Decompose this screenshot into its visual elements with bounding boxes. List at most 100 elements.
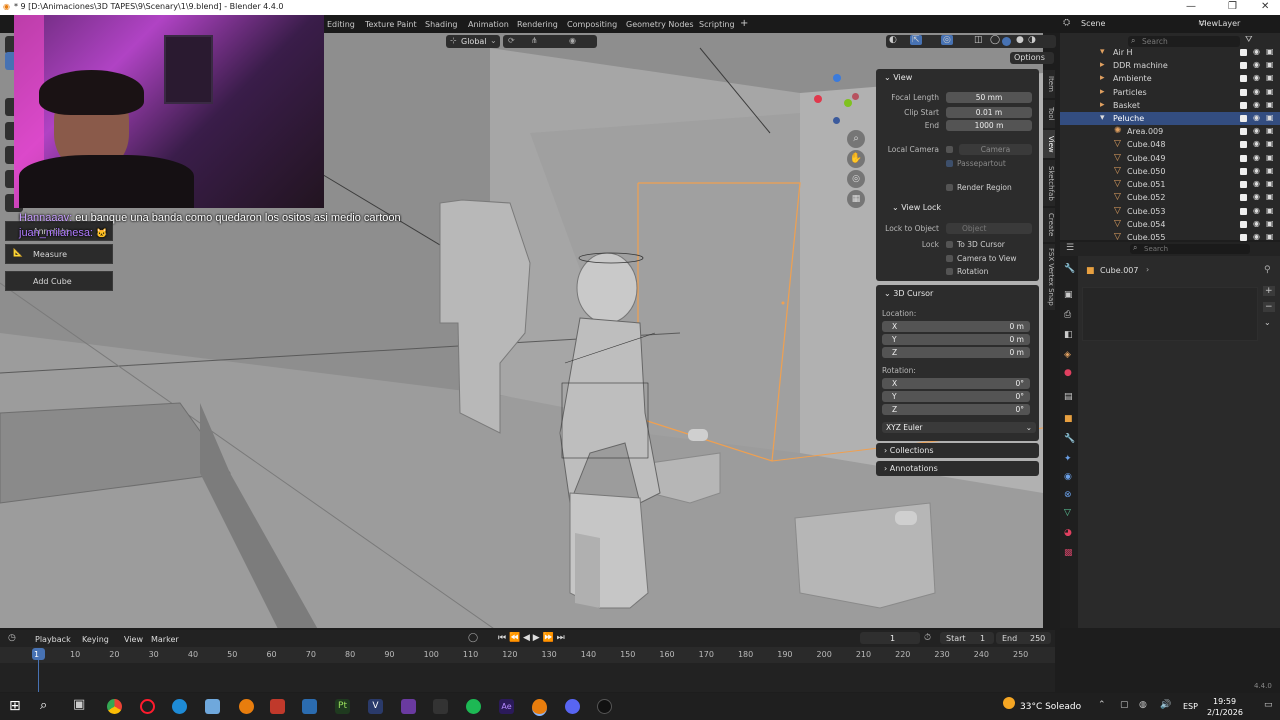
annotations-section[interactable]: › Annotations — [876, 461, 1039, 476]
eye-icon[interactable]: ◉ — [1253, 232, 1260, 241]
modifier-tab-icon[interactable]: 🔧 — [1064, 434, 1075, 444]
tab-geometry-nodes[interactable]: Geometry Nodes — [626, 20, 693, 29]
eye-icon[interactable]: ◉ — [1253, 153, 1260, 162]
view-layer-tab-icon[interactable]: ◧ — [1064, 330, 1073, 340]
tray-app2-icon[interactable]: ◍ — [1139, 700, 1147, 710]
pin-icon[interactable]: ⚲ — [1264, 265, 1271, 275]
measure-tool[interactable]: 📐 Measure — [5, 244, 113, 264]
exclude-checkbox[interactable] — [1240, 234, 1247, 241]
rotation-mode-dropdown[interactable]: XYZ Euler ⌄ — [882, 422, 1036, 433]
render-camera-icon[interactable]: ▣ — [1266, 47, 1274, 56]
gizmo-y-axis[interactable] — [844, 99, 852, 107]
filter-icon[interactable]: ⛛ — [1245, 35, 1253, 45]
language-indicator[interactable]: ESP — [1183, 702, 1198, 711]
exclude-checkbox[interactable] — [1240, 155, 1247, 162]
exclude-checkbox[interactable] — [1240, 168, 1247, 175]
tool-tab-icon[interactable]: 🔧 — [1064, 264, 1075, 274]
tab-editing[interactable]: Editing — [327, 20, 355, 29]
render-camera-icon[interactable]: ▣ — [1266, 113, 1274, 122]
windows-start-icon[interactable]: ⊞ — [9, 698, 21, 714]
tab-create[interactable]: Create — [1043, 208, 1055, 242]
render-tab-icon[interactable]: ▣ — [1064, 290, 1073, 300]
render-camera-icon[interactable]: ▣ — [1266, 153, 1274, 162]
shading-toolbar[interactable]: ◐ ⇱ ◎ ◫ ◯ ● ◑ — [886, 35, 1056, 48]
marker-menu[interactable]: Marker — [151, 635, 179, 644]
outliner-item[interactable]: ▽ Cube.048 ◉ ▣ — [1060, 138, 1280, 151]
add-icon[interactable]: + — [1263, 286, 1275, 296]
texture-tab-icon[interactable]: ▩ — [1064, 548, 1073, 558]
render-camera-icon[interactable]: ▣ — [1266, 232, 1274, 241]
after-effects-icon[interactable]: Ae — [499, 699, 514, 714]
constraints-tab-icon[interactable]: ⊗ — [1064, 490, 1072, 500]
eye-icon[interactable]: ◉ — [1253, 113, 1260, 122]
add-cube-tool[interactable]: Add Cube — [5, 271, 113, 291]
task-view-icon[interactable]: ▣ — [73, 697, 85, 712]
eye-icon[interactable]: ◉ — [1253, 139, 1260, 148]
camera-view-icon[interactable]: ◎ — [847, 170, 865, 188]
view-lock-header[interactable]: ⌄ View Lock — [892, 203, 941, 212]
tab-rendering[interactable]: Rendering — [517, 20, 558, 29]
chrome-icon[interactable] — [107, 699, 122, 714]
physics-tab-icon[interactable]: ◉ — [1064, 472, 1072, 482]
data-tab-icon[interactable]: ▽ — [1064, 508, 1071, 518]
scene-tab-icon[interactable]: ◈ — [1064, 350, 1071, 360]
view-layer-name[interactable]: ViewLayer — [1199, 19, 1240, 28]
outliner-item[interactable]: ▽ Cube.054 ◉ ▣ — [1060, 218, 1280, 231]
keying-menu[interactable]: Keying — [82, 635, 109, 644]
vegas-icon[interactable]: V — [368, 699, 383, 714]
playback-controls[interactable]: ⏮ ⏪ ◀ ▶ ⏩ ⏭ — [498, 633, 565, 643]
exclude-checkbox[interactable] — [1240, 181, 1247, 188]
eye-icon[interactable]: ◉ — [1253, 219, 1260, 228]
properties-editor-icon[interactable]: ☰ — [1066, 243, 1074, 253]
app3-icon[interactable] — [433, 699, 448, 714]
outliner-item[interactable]: ✺ Area.009 ◉ ▣ — [1060, 125, 1280, 138]
tab-view[interactable]: View — [1043, 130, 1055, 158]
gizmo-z-axis[interactable] — [833, 74, 841, 82]
outliner-item[interactable]: ▸ Particles ◉ ▣ — [1060, 86, 1280, 99]
eye-icon[interactable]: ◉ — [1253, 100, 1260, 109]
location-y-field[interactable]: Y0 m — [882, 334, 1030, 345]
clip-start-field[interactable]: 0.01 m — [946, 107, 1032, 118]
spotify-icon[interactable] — [466, 699, 481, 714]
end-frame-field[interactable]: End 250 — [996, 632, 1051, 644]
annotations-header[interactable]: › Annotations — [884, 464, 938, 473]
collections-header[interactable]: › Collections — [884, 446, 934, 455]
view-menu[interactable]: View — [124, 635, 143, 644]
edge-icon[interactable] — [172, 699, 187, 714]
timeline-editor-icon[interactable]: ◷ — [8, 633, 16, 643]
rotation-y-field[interactable]: Y 0° — [882, 391, 1030, 402]
eye-icon[interactable]: ◉ — [1253, 73, 1260, 82]
xray-icon[interactable]: ◫ — [974, 35, 983, 45]
render-camera-icon[interactable]: ▣ — [1266, 126, 1274, 135]
tab-item[interactable]: Item — [1043, 70, 1055, 98]
material-tab-icon[interactable]: ◕ — [1064, 528, 1072, 538]
render-camera-icon[interactable]: ▣ — [1266, 139, 1274, 148]
render-camera-icon[interactable]: ▣ — [1266, 73, 1274, 82]
local-camera-checkbox[interactable] — [946, 146, 953, 153]
render-camera-icon[interactable]: ▣ — [1266, 206, 1274, 215]
search-icon[interactable]: ⌕ — [40, 698, 47, 713]
photos-icon[interactable] — [302, 699, 317, 714]
zoom-icon[interactable]: ⌕ — [847, 130, 865, 148]
tab-fsx-vertex-snap[interactable]: FSX Vertex Snap — [1043, 244, 1055, 310]
focal-length-field[interactable]: 50 mm — [946, 92, 1032, 103]
pan-hand-icon[interactable]: ✋ — [847, 150, 865, 168]
properties-search-input[interactable]: ⌕ Search — [1130, 243, 1250, 254]
tab-scripting[interactable]: Scripting — [699, 20, 735, 29]
collection-tab-icon[interactable]: ▤ — [1064, 392, 1073, 402]
stopwatch-icon[interactable]: ⏱ — [924, 633, 931, 643]
3d-cursor-header[interactable]: ⌄ 3D Cursor — [884, 289, 933, 298]
playback-menu[interactable]: Playback — [35, 635, 71, 644]
pivot-icon[interactable]: ⟳ — [508, 36, 515, 45]
world-tab-icon[interactable]: ● — [1064, 368, 1072, 378]
gizmo-toggle-icon[interactable]: ⇱ — [910, 35, 922, 45]
exclude-checkbox[interactable] — [1240, 194, 1247, 201]
eye-icon[interactable]: ◉ — [1253, 206, 1260, 215]
tray-chevron-icon[interactable]: ⌃ — [1098, 700, 1106, 710]
tab-tool[interactable]: Tool — [1043, 100, 1055, 128]
lock-to-object-field[interactable]: Object — [946, 223, 1032, 234]
opera-icon[interactable] — [140, 699, 155, 714]
gizmo-x-axis[interactable] — [814, 95, 822, 103]
gizmo-neg-x-axis[interactable] — [852, 93, 859, 100]
render-camera-icon[interactable]: ▣ — [1266, 179, 1274, 188]
